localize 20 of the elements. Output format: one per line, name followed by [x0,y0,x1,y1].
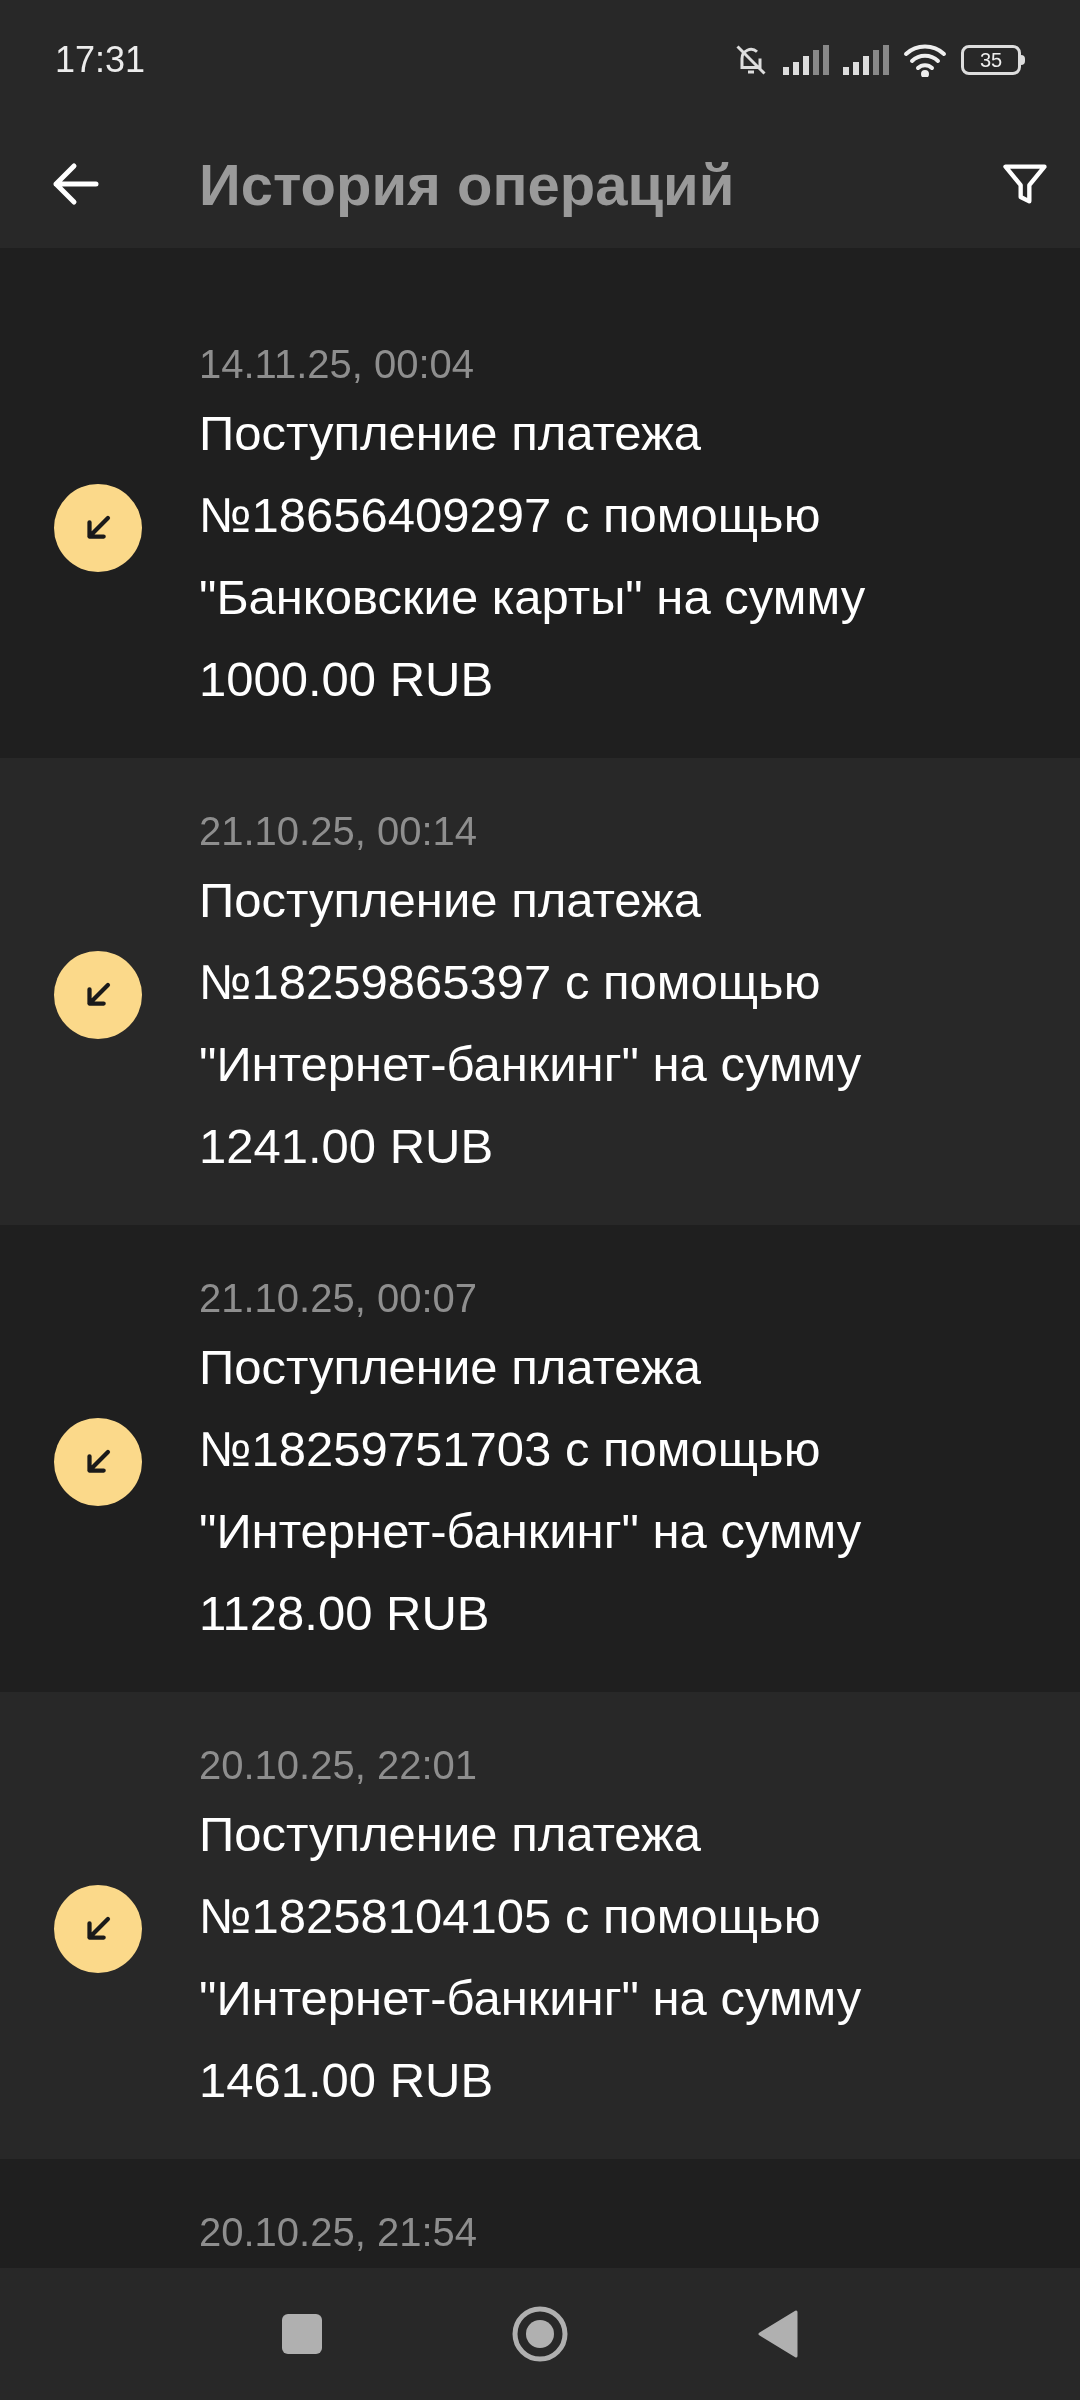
operation-item[interactable]: 20.10.25, 21:54 [0,2159,1080,2268]
operation-date: 21.10.25, 00:07 [199,1275,479,1322]
signal-icon [783,45,829,75]
operation-item[interactable]: 14.11.25, 00:04 Поступление платежа №18656409297 с помощью "Банковские карты" на сумму 1000.00 RUB [0,248,1080,758]
signal-icon [843,45,889,75]
status-time: 17:31 [55,38,146,82]
operation-description: Поступление платежа №18259751703 с помощью "Интернет-банкинг" на сумму 1128.00 RUB [199,1339,863,1642]
operation-description: Поступление платежа №18656409297 с помощью "Банковские карты" на сумму 1000.00 RUB [199,405,867,708]
home-button[interactable] [512,2306,568,2362]
operation-item[interactable]: 21.10.25, 00:07 Поступление платежа №18259751703 с помощью "Интернет-банкинг" на сумму 1128.00 RUB [0,1225,1080,1692]
back-arrow-icon [52,162,100,206]
operation-description: Поступление платежа №18259865397 с помощью "Интернет-банкинг" на сумму 1241.00 RUB [199,872,863,1175]
operation-date: 21.10.25, 00:14 [199,808,479,855]
operation-date: 20.10.25, 21:54 [199,2209,479,2256]
page-title: История операций [199,150,736,219]
operation-date: 20.10.25, 22:01 [199,1742,479,1789]
operation-date: 14.11.25, 00:04 [199,341,476,388]
back-nav-button[interactable] [758,2310,798,2358]
wifi-icon [903,43,947,77]
operation-description: Поступление платежа №18258104105 с помощью "Интернет-банкинг" на сумму 1461.00 RUB [199,1806,863,2109]
